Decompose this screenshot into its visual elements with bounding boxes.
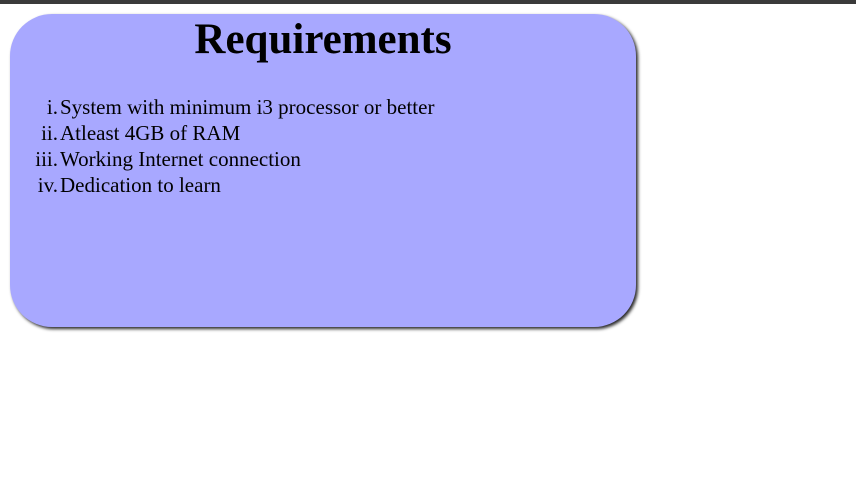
- requirements-list: i. System with minimum i3 processor or b…: [10, 94, 434, 198]
- card-title: Requirements: [194, 16, 452, 63]
- list-item: i. System with minimum i3 processor or b…: [10, 94, 435, 120]
- list-item-marker: ii.: [41, 121, 58, 145]
- list-item-text: Atleast 4GB of RAM: [60, 121, 241, 145]
- list-item-text: Dedication to learn: [60, 173, 221, 197]
- browser-top-edge: [0, 0, 856, 4]
- list-item-marker: iv.: [37, 173, 58, 197]
- list-item: iii. Working Internet connection: [10, 146, 434, 172]
- list-item-marker: iii.: [35, 147, 58, 171]
- list-item-text: Working Internet connection: [60, 147, 301, 171]
- requirements-card: Requirements i. System with minimum i3 p…: [10, 14, 636, 327]
- list-item-marker: i.: [46, 95, 58, 119]
- list-item: ii. Atleast 4GB of RAM: [10, 120, 434, 146]
- list-item: iv. Dedication to learn: [10, 172, 434, 198]
- list-item-text: System with minimum i3 processor or bett…: [60, 95, 435, 119]
